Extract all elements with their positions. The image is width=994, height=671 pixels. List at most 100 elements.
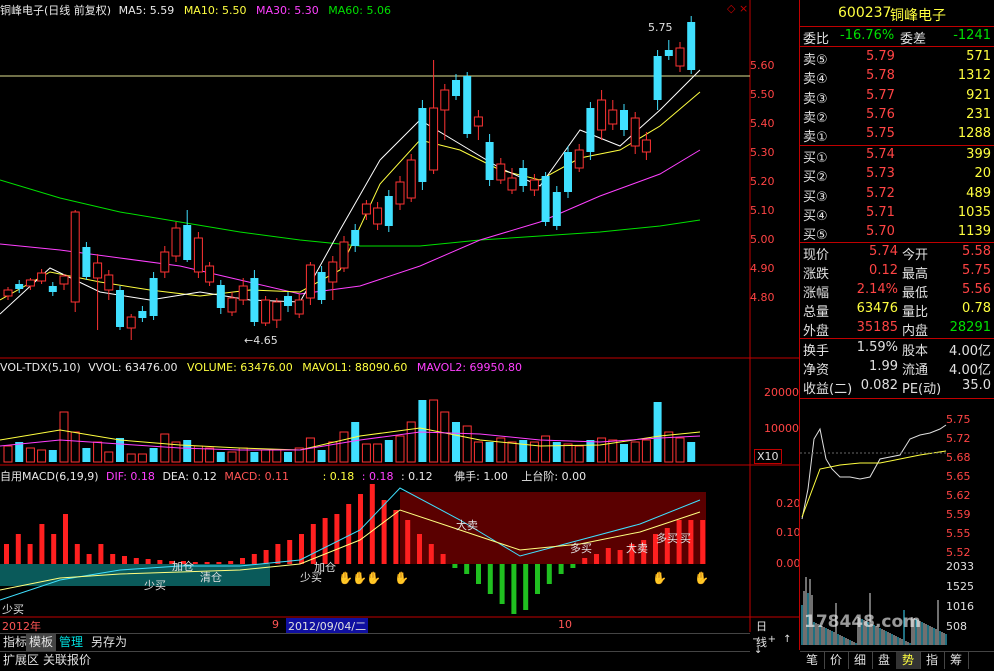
buy-order-row: 买⑤ 5.70 1139: [800, 223, 994, 243]
candle-body: [284, 296, 292, 306]
candle-body: [317, 272, 326, 300]
candle-body: [216, 285, 225, 308]
weibi-value: -16.76%: [840, 28, 895, 43]
buy-order-row: 买④ 5.71 1035: [800, 204, 994, 224]
quote-l2: 流通: [902, 363, 929, 378]
hand-signal-icon: ✋: [366, 571, 381, 585]
tab-chips[interactable]: 筹: [944, 652, 969, 669]
macd-annotation: 大卖: [626, 542, 648, 555]
intraday-vol-axis-label: 508: [946, 620, 967, 633]
candle-body: [15, 284, 24, 289]
order-label: 卖④: [803, 72, 828, 88]
candle-body: [294, 299, 304, 315]
order-volume: 1035: [957, 204, 991, 220]
tab-detail[interactable]: 细: [848, 652, 873, 669]
candle-body: [452, 80, 460, 96]
scroll-down-icon[interactable]: ↓: [754, 645, 762, 656]
tab-indicator[interactable]: 指: [920, 652, 945, 669]
volume-bar: [261, 449, 271, 463]
macd-bar: [51, 534, 57, 564]
macd-bar: [157, 560, 163, 564]
candle-body: [116, 290, 124, 327]
stock-name: 铜峰电子: [890, 8, 946, 24]
dea-value: DEA: 0.12: [162, 470, 217, 483]
candle-body: [261, 299, 271, 324]
intraday-axis-label: 5.68: [946, 451, 971, 464]
quote-v2: 5.56: [962, 282, 991, 297]
volume-bar: [37, 449, 47, 463]
vol-unit-badge: X10: [754, 449, 782, 464]
quote-v2: 4.00亿: [949, 363, 991, 378]
ma30-line: [0, 149, 701, 295]
candle-body: [507, 177, 517, 191]
quote-l2: 量比: [902, 305, 929, 320]
macd-bar: [381, 500, 387, 564]
volume-bar: [373, 443, 383, 463]
tab-price[interactable]: 价: [824, 652, 849, 669]
quote-l1: 涨跌: [803, 267, 830, 282]
quote-v2: 4.00亿: [949, 344, 991, 359]
hand-signal-icon: ✋: [352, 571, 367, 585]
volume-bar: [620, 444, 628, 462]
volume-bar: [552, 442, 561, 462]
volume-bar: [653, 402, 662, 462]
ma10-line: [0, 91, 701, 301]
fomo-value: 佛手: 1.00: [454, 470, 508, 483]
hand-signal-icon: ✋: [652, 571, 667, 585]
quote-row: 收益(二) 0.082 PE(动) 35.0: [800, 377, 994, 397]
volume-bar: [227, 451, 237, 463]
scroll-up-icon[interactable]: ↑: [783, 634, 791, 645]
volume-bar: [361, 443, 371, 463]
vol-axis-20000: 20000: [764, 386, 799, 399]
candle-body: [429, 107, 439, 171]
macd-annotation: 多买: [656, 532, 678, 545]
macd-bar: [558, 564, 564, 574]
volume-bar: [641, 439, 651, 463]
quote-v2: 5.75: [962, 263, 991, 278]
tab-tick[interactable]: 笔: [800, 652, 825, 669]
buy-order-row: 买② 5.73 20: [800, 165, 994, 185]
order-label: 卖⑤: [803, 53, 828, 68]
candle-body: [48, 286, 57, 292]
macd-bar: [74, 544, 80, 564]
kline-chart-area[interactable]: 铜峰电子(日线 前复权) MA5: 5.59 MA10: 5.50 MA30: …: [0, 0, 801, 649]
tab-related-quotes[interactable]: 关联报价: [40, 652, 94, 669]
macd-bar: [263, 550, 269, 564]
macd-bar: [499, 564, 505, 604]
volume-bar: [183, 440, 192, 462]
order-price: 5.79: [866, 49, 895, 64]
volume-bar: [519, 440, 528, 462]
candle-body: [653, 56, 662, 100]
tab-save-as[interactable]: 另存为: [88, 634, 130, 651]
macd-bar: [86, 554, 92, 564]
tab-template[interactable]: 模板: [26, 634, 57, 651]
candle-body: [126, 316, 136, 329]
mavol2-line: [0, 431, 701, 451]
tab-manage[interactable]: 管理: [56, 634, 86, 651]
order-volume: 20: [974, 166, 991, 182]
date-axis-year: 2012年: [2, 620, 41, 633]
tab-extension-area[interactable]: 扩展区: [0, 652, 42, 669]
sell-order-row: 卖② 5.76 231: [800, 106, 994, 126]
candle-body: [395, 181, 405, 205]
tab-trend[interactable]: 势: [896, 652, 921, 669]
zoom-in-icon[interactable]: +: [768, 634, 776, 645]
watermark: 178448.com: [804, 612, 921, 632]
candle-body: [82, 247, 91, 277]
tab-board[interactable]: 盘: [872, 652, 897, 669]
order-price: 5.72: [866, 185, 895, 201]
volume-bar: [93, 441, 103, 463]
candle-body: [529, 179, 539, 191]
indicator-toolbar: 指标 模板 管理 另存为: [0, 633, 750, 651]
zoom-out-icon[interactable]: −: [752, 634, 760, 645]
volume-header: VOL-TDX(5,10) VVOL: 63476.00 VOLUME: 634…: [0, 361, 522, 374]
macd-axis-020: 0.20: [776, 497, 801, 510]
volume-bar: [574, 445, 584, 463]
macd-extra-3: : 0.12: [400, 470, 433, 483]
candle-body: [485, 142, 494, 180]
quote-row: 涨跌 0.12 最高 5.75: [800, 262, 994, 282]
candle-body: [160, 251, 170, 273]
order-volume: 571: [966, 49, 991, 64]
macd-annotation: 加仓: [172, 560, 194, 573]
stock-title: 600237 铜峰电子: [800, 4, 994, 24]
